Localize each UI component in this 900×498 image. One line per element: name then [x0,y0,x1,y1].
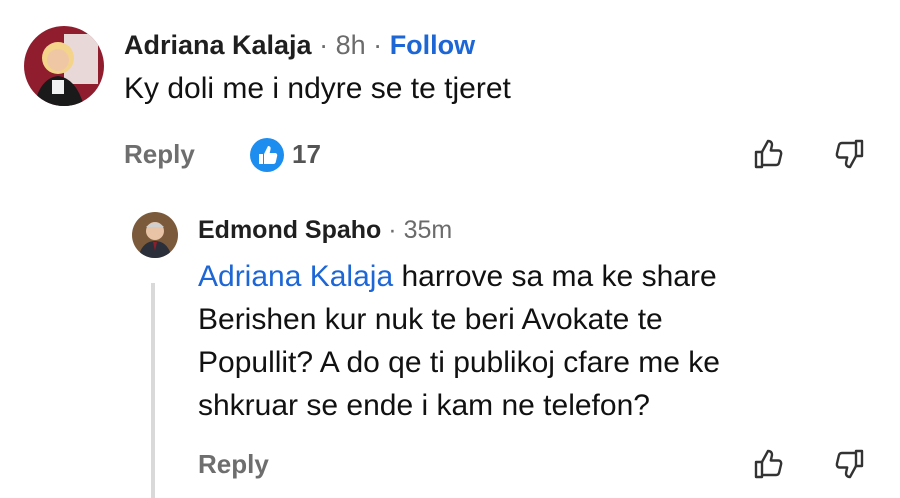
reply-header: Edmond Spaho · 35m [198,216,452,245]
separator-dot: · [373,30,383,60]
reply-text-line-1: Adriana Kalaja harrove sa ma ke share [198,255,720,298]
reply-text-line-3: Popullit? A do qe ti publikoj cfare me k… [198,346,720,379]
like-count: 17 [292,139,321,169]
thumbs-up-icon[interactable] [752,447,786,481]
thread-line [151,283,155,498]
thumbs-down-icon[interactable] [832,137,866,171]
thumbs-up-icon[interactable] [752,137,786,171]
avatar-edmond-spaho[interactable] [132,212,178,258]
separator-dot: · [388,216,397,244]
mention-link[interactable]: Adriana Kalaja [198,260,393,293]
avatar-adriana-kalaja[interactable] [24,26,104,106]
thumbs-down-icon[interactable] [832,447,866,481]
reply-author-name[interactable]: Edmond Spaho [198,216,381,244]
reply-button[interactable]: Reply [124,139,195,170]
reply-button[interactable]: Reply [198,449,269,480]
comment-time: 8h [335,30,366,60]
reply-text-line-2: Berishen kur nuk te beri Avokate te [198,303,663,336]
reply-text: Adriana Kalaja harrove sa ma ke share Be… [198,255,720,427]
thumbs-up-badge-icon [250,138,284,172]
comment-author-name[interactable]: Adriana Kalaja [124,30,312,60]
follow-button[interactable]: Follow [390,30,475,60]
comment-header: Adriana Kalaja · 8h · Follow [124,30,475,61]
reply-time: 35m [403,216,453,244]
reply-text-line-4: shkruar se ende i kam ne telefon? [198,389,650,422]
separator-dot: · [319,30,329,60]
comment-text: Ky doli me i ndyre se te tjeret [124,72,511,105]
reply-text-segment: harrove sa ma ke share [393,260,717,293]
